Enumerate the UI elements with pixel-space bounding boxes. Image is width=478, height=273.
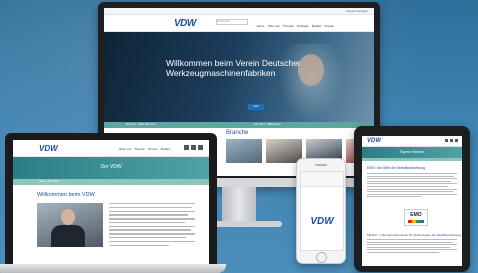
header-icons — [445, 139, 458, 142]
nav-item[interactable]: Themen — [134, 147, 145, 151]
vdw-logo[interactable]: VDW — [174, 18, 196, 29]
page-banner: Eigene Messen — [362, 147, 462, 158]
tablet-screen: VDW Eigene Messen EMO: Die Welt der Meta… — [362, 136, 462, 266]
utility-bar: Deutsch English — [104, 8, 374, 15]
hero-banner: Willkommen beim Verein Deutscher Werkzeu… — [104, 32, 374, 122]
vdw-logo[interactable]: VDW — [39, 144, 58, 153]
emo-logo-text: EMO — [410, 212, 422, 218]
nav-item[interactable]: Medien — [312, 24, 322, 28]
vdw-logo[interactable]: VDW — [367, 138, 381, 144]
search-input[interactable]: Suchbegriff — [216, 19, 248, 25]
print-icon[interactable] — [184, 145, 189, 150]
ticker-item[interactable]: Juni 2017 › VDW-Forum — [254, 123, 281, 126]
search-icon[interactable] — [450, 139, 453, 142]
nav-item[interactable]: Medien — [161, 147, 171, 151]
emo-logo[interactable]: EMO — [404, 209, 428, 226]
body-text-block — [367, 173, 457, 199]
section-title: Branche — [226, 130, 249, 136]
main-nav: Home Über uns Themen Produkte Medien Pre… — [257, 24, 334, 28]
phone-home-button — [316, 252, 327, 263]
emo-logo-bar — [408, 220, 424, 223]
page-banner-title: Eigene Messen — [399, 150, 425, 154]
article-subheading[interactable]: METAV – Internationale Messe für Technol… — [367, 233, 461, 237]
phone-screen: VDW — [300, 171, 344, 251]
nav-item[interactable]: Themen — [283, 24, 294, 28]
laptop-header: VDW Über uns Themen Presse Medien — [13, 140, 209, 157]
nav-item[interactable]: Presse — [148, 147, 157, 151]
tablet: VDW Eigene Messen EMO: Die Welt der Meta… — [354, 126, 470, 272]
breadcrumb-text[interactable]: Home › Der VDW — [39, 180, 58, 183]
page-banner: Der VDW — [13, 157, 209, 179]
vdw-logo[interactable]: VDW — [301, 216, 343, 227]
laptop-screen: VDW Über uns Themen Presse Medien Der VD… — [13, 140, 209, 264]
nav-item[interactable]: Produkte — [297, 24, 309, 28]
nav-item[interactable]: Über uns — [268, 24, 280, 28]
laptop-nav: Über uns Themen Presse Medien — [119, 147, 170, 151]
mail-icon[interactable] — [445, 139, 448, 142]
nav-item[interactable]: Über uns — [119, 147, 131, 151]
hero-more-button[interactable]: mehr — [248, 104, 264, 110]
article-heading[interactable]: EMO: Die Welt der Metallbearbeitung — [367, 166, 425, 170]
nav-item[interactable]: Presse — [325, 24, 334, 28]
phone-header — [301, 172, 343, 187]
smartphone: VDW — [296, 158, 346, 264]
mail-icon[interactable] — [191, 145, 196, 150]
page-title: Willkommen beim VDW — [37, 192, 95, 198]
body-text-block — [367, 239, 457, 255]
phone-speaker — [315, 164, 327, 166]
laptop: VDW Über uns Themen Presse Medien Der VD… — [5, 133, 217, 267]
body-text-block — [109, 203, 195, 248]
language-links[interactable]: Deutsch English — [346, 9, 368, 13]
portrait-face — [61, 209, 75, 225]
thumbnail-image[interactable] — [266, 139, 302, 163]
laptop-content: Willkommen beim VDW — [13, 185, 209, 264]
search-icon[interactable] — [198, 145, 203, 150]
tablet-header: VDW — [362, 136, 462, 147]
monitor-stand — [222, 187, 256, 223]
page-banner-title: Der VDW — [100, 164, 122, 170]
portrait-photo — [37, 203, 103, 247]
menu-icon[interactable] — [455, 139, 458, 142]
laptop-base — [0, 264, 226, 273]
thumbnail-image[interactable] — [226, 139, 262, 163]
nav-item[interactable]: Home — [257, 24, 265, 28]
header-icons — [184, 145, 203, 150]
ticker-item[interactable]: Mai 2017 › EMO Hannover — [126, 123, 156, 126]
portrait-suit — [51, 225, 85, 247]
site-header: VDW Suchbegriff Home Über uns Themen Pro… — [104, 15, 374, 32]
tablet-content: EMO: Die Welt der Metallbearbeitung EMO … — [362, 161, 462, 266]
hero-title: Willkommen beim Verein Deutscher Werkzeu… — [166, 58, 301, 78]
